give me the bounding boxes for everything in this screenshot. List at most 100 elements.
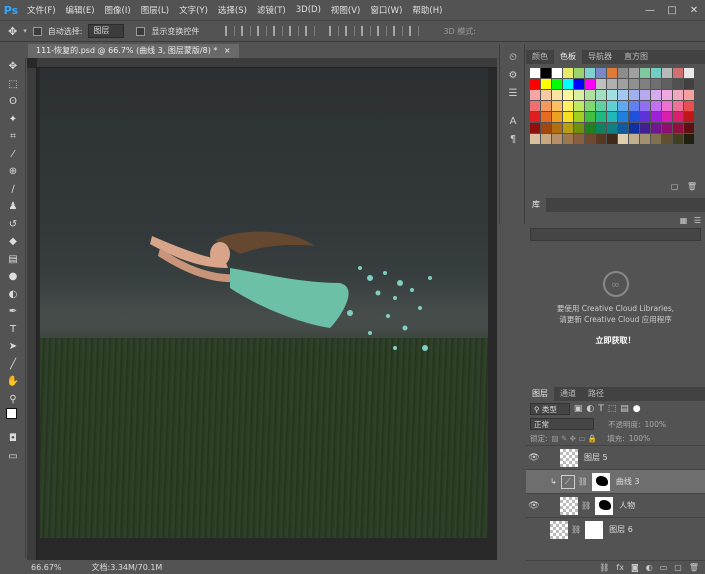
color-swatch[interactable] <box>607 134 617 144</box>
color-swatch[interactable] <box>574 112 584 122</box>
trash-icon[interactable]: 🗑 <box>689 563 699 572</box>
color-swatch[interactable] <box>607 112 617 122</box>
menu-edit[interactable]: 编辑(E) <box>61 4 100 16</box>
document-tab[interactable]: 111-恢复的.psd @ 66.7% (曲线 3, 图层蒙版/8) * × <box>28 44 239 58</box>
color-swatch[interactable] <box>673 101 683 111</box>
color-swatch[interactable] <box>607 79 617 89</box>
get-now-link[interactable]: 立即获取！ <box>530 335 701 346</box>
color-swatch[interactable] <box>596 79 606 89</box>
color-swatch[interactable] <box>684 112 694 122</box>
color-swatch[interactable] <box>673 68 683 78</box>
color-swatch[interactable] <box>530 90 540 100</box>
color-swatch[interactable] <box>607 90 617 100</box>
distribute-top-icon[interactable] <box>329 26 340 36</box>
hand-icon[interactable]: ✋ <box>0 373 26 391</box>
color-swatch[interactable] <box>662 112 672 122</box>
color-swatch[interactable] <box>607 123 617 133</box>
history-icon[interactable]: ⏲ <box>500 48 526 66</box>
visibility-eye-icon[interactable]: 👁 <box>526 453 542 463</box>
brush-icon[interactable]: ∕ <box>0 181 26 199</box>
color-swatch[interactable] <box>684 90 694 100</box>
new-layer-icon[interactable]: ▢ <box>674 563 682 572</box>
fx-icon[interactable]: fx <box>616 563 624 572</box>
character-icon[interactable]: A <box>500 112 526 130</box>
stamp-icon[interactable]: ♟ <box>0 198 26 216</box>
color-swatch[interactable] <box>684 123 694 133</box>
dodge-icon[interactable]: ◐ <box>0 286 26 304</box>
properties-icon[interactable]: ⚙ <box>500 66 526 84</box>
paragraph-icon[interactable]: ¶ <box>500 130 526 148</box>
blur-icon[interactable]: ● <box>0 268 26 286</box>
minimize-button[interactable]: — <box>639 0 661 20</box>
filter-smart-icon[interactable]: ▤ <box>620 404 629 414</box>
menu-layer[interactable]: 图层(L) <box>136 4 174 16</box>
color-swatch[interactable] <box>541 134 551 144</box>
document-size[interactable]: 文档:3.34M/70.1M <box>92 562 163 573</box>
distribute-right-icon[interactable] <box>409 26 420 36</box>
color-swatch[interactable] <box>673 79 683 89</box>
show-transform-checkbox[interactable] <box>136 26 146 36</box>
color-swatch[interactable] <box>585 101 595 111</box>
color-swatch[interactable] <box>530 68 540 78</box>
color-swatch[interactable] <box>629 68 639 78</box>
fill-value[interactable]: 100% <box>629 434 650 443</box>
color-swatch[interactable] <box>651 90 661 100</box>
color-swatch[interactable] <box>673 134 683 144</box>
color-swatch[interactable] <box>574 90 584 100</box>
layer-row[interactable]: ↳ ⟋ ⛓ 曲线 3 <box>526 469 705 493</box>
zoom-icon[interactable]: ⚲ <box>0 391 26 409</box>
align-vcenter-icon[interactable] <box>241 26 252 36</box>
color-swatch[interactable] <box>618 112 628 122</box>
layer-row[interactable]: ⛓ 图层 6 <box>526 517 705 541</box>
color-swatch[interactable] <box>651 123 661 133</box>
color-swatch[interactable] <box>596 123 606 133</box>
color-swatch[interactable] <box>585 123 595 133</box>
adjustments-icon[interactable]: ☰ <box>500 84 526 102</box>
auto-select-dropdown[interactable]: 图层 <box>88 24 125 38</box>
tab-libraries[interactable]: 库 <box>526 198 546 212</box>
menu-window[interactable]: 窗口(W) <box>365 4 407 16</box>
line-icon[interactable]: ╱ <box>0 356 26 374</box>
layer-filter-dropdown[interactable]: ⚲ 类型 <box>530 403 570 415</box>
color-swatch[interactable] <box>651 68 661 78</box>
color-swatch[interactable] <box>651 112 661 122</box>
color-swatch[interactable] <box>684 79 694 89</box>
color-swatch[interactable] <box>662 123 672 133</box>
marquee-icon[interactable]: ⬚ <box>0 76 26 94</box>
color-swatch[interactable] <box>563 101 573 111</box>
color-swatch[interactable] <box>618 68 628 78</box>
color-swatch[interactable] <box>552 68 562 78</box>
color-swatch[interactable] <box>629 79 639 89</box>
color-swatch[interactable] <box>563 90 573 100</box>
color-swatch[interactable] <box>651 134 661 144</box>
color-swatch[interactable] <box>640 90 650 100</box>
filter-shape-icon[interactable]: ⬚ <box>608 404 617 414</box>
path-select-icon[interactable]: ➤ <box>0 338 26 356</box>
menu-image[interactable]: 图像(I) <box>100 4 136 16</box>
color-swatch[interactable] <box>574 101 584 111</box>
align-hcenter-icon[interactable] <box>289 26 300 36</box>
menu-view[interactable]: 视图(V) <box>326 4 365 16</box>
color-swatch[interactable] <box>552 134 562 144</box>
adjustment-icon[interactable]: ◐ <box>646 563 653 572</box>
filter-pixel-icon[interactable]: ▣ <box>574 404 583 414</box>
color-swatch[interactable] <box>618 134 628 144</box>
lasso-icon[interactable]: ʘ <box>0 93 26 111</box>
distribute-bottom-icon[interactable] <box>361 26 372 36</box>
color-swatch[interactable] <box>618 123 628 133</box>
color-swatch[interactable] <box>530 101 540 111</box>
healing-icon[interactable]: ⊕ <box>0 163 26 181</box>
color-swatch[interactable] <box>585 90 595 100</box>
pen-icon[interactable]: ✒ <box>0 303 26 321</box>
color-swatch[interactable] <box>673 112 683 122</box>
color-swatch[interactable] <box>574 79 584 89</box>
color-swatch[interactable] <box>662 79 672 89</box>
menu-3d[interactable]: 3D(D) <box>291 5 326 15</box>
document-canvas[interactable] <box>40 68 488 538</box>
menu-file[interactable]: 文件(F) <box>22 4 61 16</box>
maximize-button[interactable]: □ <box>661 0 683 20</box>
color-swatch[interactable] <box>640 101 650 111</box>
color-swatch[interactable] <box>640 134 650 144</box>
color-swatch[interactable] <box>662 101 672 111</box>
chain-link-icon[interactable]: ⛓ <box>578 477 588 486</box>
